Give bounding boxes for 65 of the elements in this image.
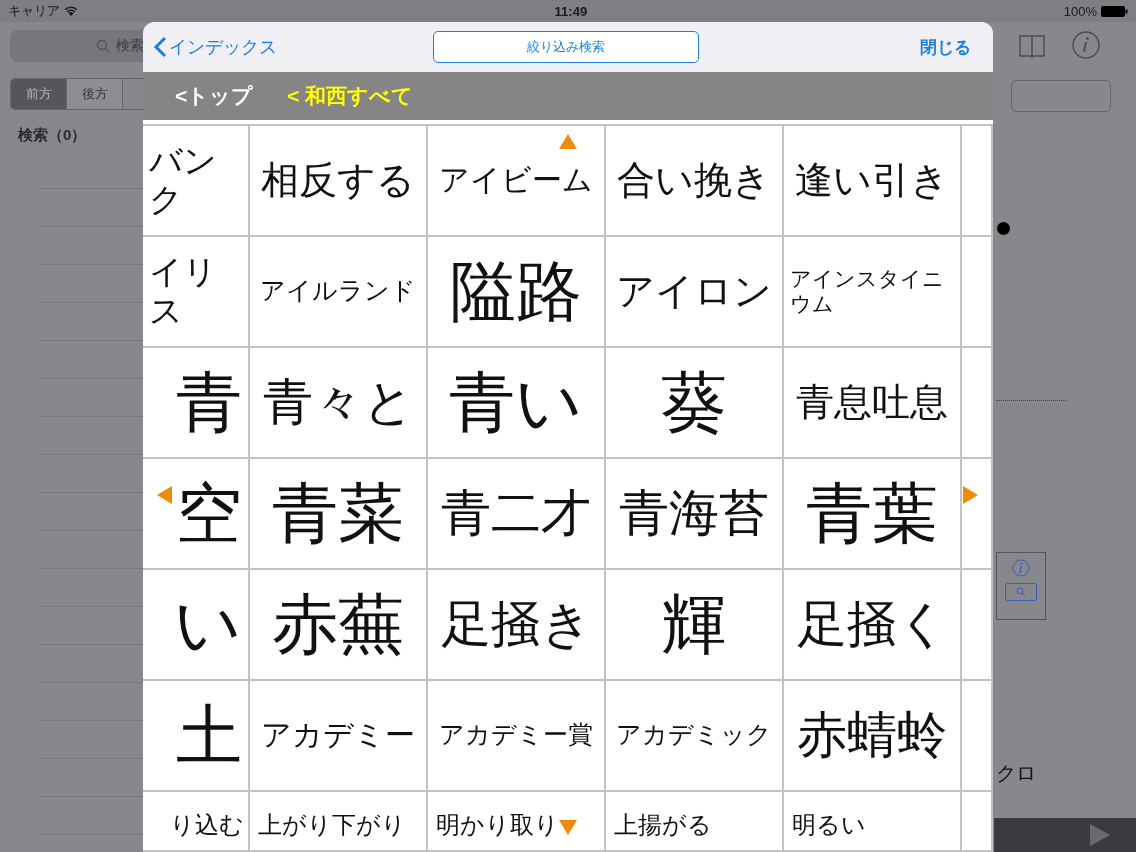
index-cell[interactable]: [962, 126, 993, 237]
index-cell[interactable]: 葵: [606, 348, 784, 459]
scroll-up-icon[interactable]: [559, 134, 577, 149]
index-cell[interactable]: 青海苔: [606, 459, 784, 570]
segmented-control[interactable]: [1011, 80, 1111, 112]
index-cell[interactable]: 逢い引き: [784, 126, 962, 237]
battery-percent: 100%: [1063, 3, 1097, 19]
index-cell[interactable]: [962, 348, 993, 459]
index-cell[interactable]: [962, 681, 993, 792]
index-cell[interactable]: アカデミック: [606, 681, 784, 792]
index-cell[interactable]: 土: [143, 681, 250, 792]
search-icon: [96, 39, 110, 53]
index-cell[interactable]: 上揚がる: [606, 792, 784, 852]
carrier-label: キャリア: [8, 2, 78, 20]
index-cell[interactable]: 隘路: [428, 237, 606, 348]
search-icon: [1016, 587, 1026, 597]
wifi-icon: [64, 5, 78, 17]
index-cell[interactable]: アカデミー賞: [428, 681, 606, 792]
index-cell[interactable]: バンク: [143, 126, 250, 237]
play-icon[interactable]: [1090, 824, 1110, 846]
index-cell[interactable]: 輝: [606, 570, 784, 681]
index-cell[interactable]: 青: [143, 348, 250, 459]
clock: 11:49: [554, 3, 588, 19]
segment-tab[interactable]: 後方: [67, 79, 123, 109]
index-cell[interactable]: [962, 792, 993, 852]
results-label: 検索（0）: [18, 126, 88, 145]
index-cell[interactable]: [962, 237, 993, 348]
segment-tab[interactable]: 前方: [11, 79, 67, 109]
bullet-dot: [997, 222, 1010, 235]
index-cell[interactable]: 足掻き: [428, 570, 606, 681]
index-cell[interactable]: 青い: [428, 348, 606, 459]
index-cell[interactable]: アイルランド: [250, 237, 428, 348]
index-cell[interactable]: アインスタイニウム: [784, 237, 962, 348]
info-icon: [1012, 559, 1030, 577]
chevron-left-icon: [153, 36, 167, 58]
scroll-down-icon[interactable]: [559, 820, 577, 835]
scroll-left-icon[interactable]: [157, 486, 172, 504]
index-cell[interactable]: 合い挽き: [606, 126, 784, 237]
back-link[interactable]: インデックス: [153, 35, 433, 59]
index-cell[interactable]: 上がり下がり: [250, 792, 428, 852]
index-cell[interactable]: 明るい: [784, 792, 962, 852]
scroll-right-icon[interactable]: [963, 486, 978, 504]
index-cell[interactable]: 青々と: [250, 348, 428, 459]
breadcrumb-link[interactable]: <トップ: [175, 82, 254, 110]
index-cell[interactable]: イリス: [143, 237, 250, 348]
index-cell[interactable]: [962, 570, 993, 681]
index-cell[interactable]: 青菜: [250, 459, 428, 570]
search-button[interactable]: [1005, 583, 1037, 601]
index-cell[interactable]: 青息吐息: [784, 348, 962, 459]
index-cell[interactable]: アカデミー: [250, 681, 428, 792]
index-cell[interactable]: 足掻く: [784, 570, 962, 681]
index-cell[interactable]: 相反する: [250, 126, 428, 237]
index-cell[interactable]: り込む: [143, 792, 250, 852]
battery-icon: [1101, 5, 1128, 17]
index-cell[interactable]: 青葉: [784, 459, 962, 570]
index-cell[interactable]: い: [143, 570, 250, 681]
index-cell[interactable]: アイロン: [606, 237, 784, 348]
book-icon[interactable]: [1018, 34, 1046, 60]
info-icon[interactable]: [1071, 30, 1101, 60]
index-cell[interactable]: 青二才: [428, 459, 606, 570]
close-button[interactable]: 閉じる: [920, 35, 971, 59]
filter-search-button[interactable]: 絞り込み検索: [433, 31, 699, 63]
index-cell[interactable]: 赤蕪: [250, 570, 428, 681]
side-text: クロ: [996, 761, 1036, 786]
index-cell[interactable]: 赤蜻蛉: [784, 681, 962, 792]
